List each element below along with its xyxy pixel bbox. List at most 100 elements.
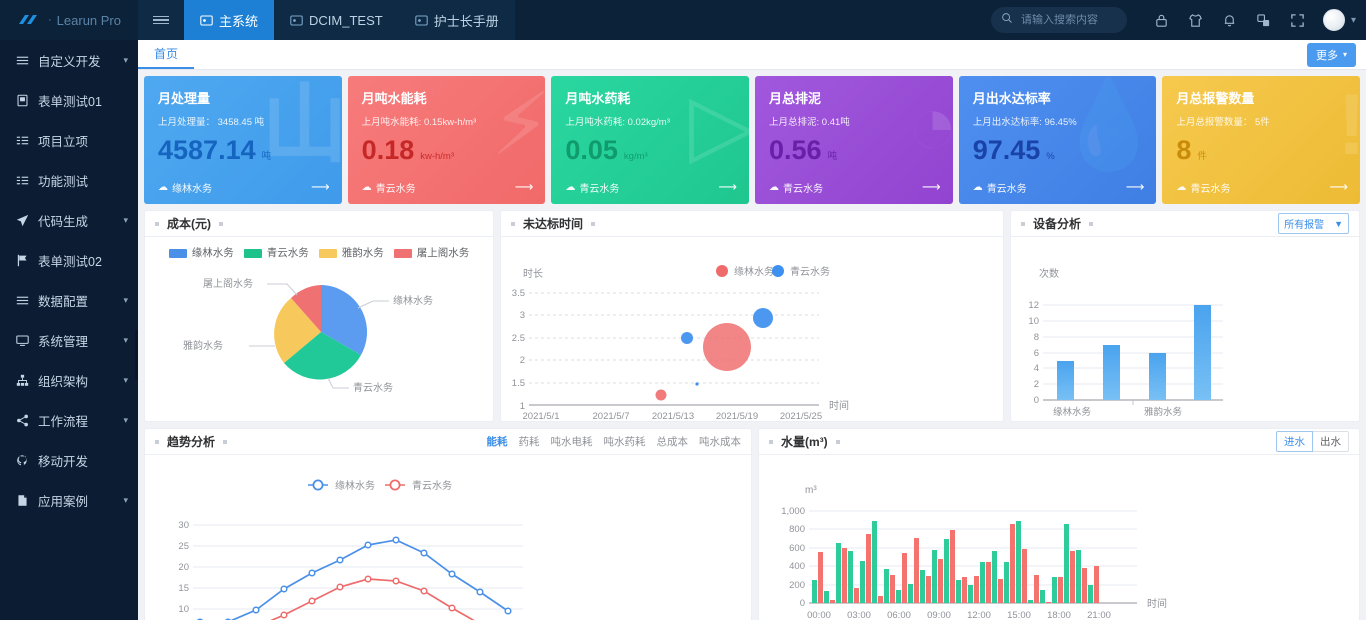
system-tab-dcim[interactable]: DCIM_TEST xyxy=(274,0,399,40)
sidebar-item-11[interactable]: 应用案例 ▾ xyxy=(0,480,138,520)
panel-title: 趋势分析 xyxy=(167,433,215,450)
kpi-card-monthly-volume[interactable]: 山 月处理量 上月处理量： 3458.45 吨 4587.14 吨 ☁ 缘林水务… xyxy=(144,76,342,204)
sidebar-item-label: 自定义开发 xyxy=(38,51,123,70)
sidebar-item-9[interactable]: 工作流程 ▾ xyxy=(0,400,138,440)
sidebar-item-label: 应用案例 xyxy=(38,491,123,510)
sidebar-item-label: 表单测试02 xyxy=(38,251,128,270)
lock-icon[interactable] xyxy=(1149,5,1175,35)
legend-item[interactable]: 雅韵水务 xyxy=(319,245,384,260)
sidebar-item-7[interactable]: 系统管理 ▾ xyxy=(0,320,138,360)
kpi-title: 月总排泥 xyxy=(769,88,939,107)
sidebar-item-label: 项目立项 xyxy=(38,131,128,150)
chevron-down-icon[interactable]: ▾ xyxy=(1351,15,1356,26)
flag-icon xyxy=(14,254,30,267)
trend-tab-4[interactable]: 总成本 xyxy=(657,434,689,449)
cost-pie-chart: 缘林水务 青云水务 雅韵水务 屠上阁水务 xyxy=(145,260,493,415)
legend-item[interactable]: 缘林水务 xyxy=(169,245,234,260)
svg-text:12:00: 12:00 xyxy=(967,610,991,620)
kpi-value: 0.56 xyxy=(769,137,822,164)
trend-tab-3[interactable]: 吨水药耗 xyxy=(604,434,646,449)
legend-label: 雅韵水务 xyxy=(342,247,384,259)
svg-text:800: 800 xyxy=(789,524,805,535)
hamburger-icon[interactable] xyxy=(138,0,184,40)
kpi-card-sludge[interactable]: ◔ 月总排泥 上月总排泥: 0.41吨 0.56 吨 ☁ 青云水务 ⟶ xyxy=(755,76,953,204)
shirt-icon[interactable] xyxy=(1183,5,1209,35)
legend-item[interactable]: 青云水务 xyxy=(244,245,309,260)
trend-tab-1[interactable]: 药耗 xyxy=(519,434,540,449)
decor-square-icon xyxy=(223,440,227,444)
trend-tab-0[interactable]: 能耗 xyxy=(487,434,508,449)
system-tab-nurse[interactable]: 护士长手册 xyxy=(399,0,515,40)
tab-home[interactable]: 首页 xyxy=(138,40,194,69)
bell-icon[interactable] xyxy=(1217,5,1243,35)
chevron-down-icon: ▾ xyxy=(123,55,128,66)
kpi-company: 青云水务 xyxy=(579,180,619,195)
trend-metric-tabs: 能耗 药耗 吨水电耗 吨水药耗 总成本 吨水成本 xyxy=(487,434,742,449)
panel-cost: 成本(元) 缘林水务 青云水务 雅韵水务 屠上阁水务 xyxy=(144,210,494,422)
window-icon xyxy=(290,14,303,27)
kpi-subtitle: 上月出水达标率: 96.45% xyxy=(973,114,1143,128)
device-bar-chart: 次数 12 10 8 6 4 xyxy=(1011,237,1359,421)
sidebar-item-0[interactable]: 自定义开发 ▾ xyxy=(0,40,138,80)
avatar[interactable] xyxy=(1323,9,1345,31)
segment-outflow[interactable]: 出水 xyxy=(1313,431,1349,452)
arrow-right-icon[interactable]: ⟶ xyxy=(515,179,534,195)
chevron-down-icon: ▼ xyxy=(1334,219,1343,229)
system-tab-main[interactable]: 主系统 xyxy=(184,0,274,40)
panel-title: 设备分析 xyxy=(1033,215,1081,232)
company-icon: ☁ xyxy=(1176,182,1186,193)
arrow-right-icon[interactable]: ⟶ xyxy=(718,179,737,195)
system-tab-label: DCIM_TEST xyxy=(309,13,383,28)
alarm-filter-select[interactable]: 所有报警 ▼ xyxy=(1278,213,1349,234)
window-icon xyxy=(200,14,213,27)
arrow-right-icon[interactable]: ⟶ xyxy=(1329,179,1348,195)
chevron-down-icon: ▾ xyxy=(123,375,128,386)
search-input[interactable] xyxy=(1021,14,1117,26)
kpi-unit: 件 xyxy=(1197,148,1207,162)
kpi-value: 8 xyxy=(1176,137,1191,164)
trend-series-blue xyxy=(200,540,508,620)
sidebar-item-1[interactable]: 表单测试01 xyxy=(0,80,138,120)
app-logo[interactable]: · Learun Pro xyxy=(0,0,138,40)
arrow-right-icon[interactable]: ⟶ xyxy=(311,179,330,195)
svg-text:8: 8 xyxy=(1034,332,1039,343)
svg-text:600: 600 xyxy=(789,543,805,554)
company-icon: ☁ xyxy=(565,182,575,193)
sidebar-item-4[interactable]: 代码生成 ▾ xyxy=(0,200,138,240)
trend-tab-5[interactable]: 吨水成本 xyxy=(699,434,741,449)
trend-legend-1: 青云水务 xyxy=(412,479,452,492)
arrow-right-icon[interactable]: ⟶ xyxy=(1126,179,1145,195)
svg-text:2.5: 2.5 xyxy=(512,333,525,344)
segment-inflow[interactable]: 进水 xyxy=(1276,431,1313,452)
charts-row-2: 成本(元) 缘林水务 青云水务 雅韵水务 屠上阁水务 xyxy=(144,210,1360,422)
water-bar-chart: m³ 1,000 800 600 400 200 xyxy=(759,455,1359,620)
more-button[interactable]: 更多 ▾ xyxy=(1307,43,1356,67)
sidebar-item-6[interactable]: 数据配置 ▾ xyxy=(0,280,138,320)
sidebar-item-5[interactable]: 表单测试02 xyxy=(0,240,138,280)
sidebar-item-label: 系统管理 xyxy=(38,331,123,350)
legend-item[interactable]: 屠上阁水务 xyxy=(394,245,470,260)
logo-separator: · xyxy=(48,14,52,26)
kpi-card-chemical[interactable]: ▷ 月吨水药耗 上月吨水药耗: 0.02kg/m³ 0.05 kg/m³ ☁ 青… xyxy=(551,76,749,204)
search-box[interactable] xyxy=(991,7,1127,33)
panel-header: 成本(元) xyxy=(145,211,493,237)
svg-text:12: 12 xyxy=(1028,300,1039,311)
sidebar-item-10[interactable]: 移动开发 xyxy=(0,440,138,480)
bubble-legend-1: 青云水务 xyxy=(790,265,830,278)
fullscreen-icon[interactable] xyxy=(1285,5,1311,35)
trend-tab-2[interactable]: 吨水电耗 xyxy=(551,434,593,449)
more-button-label: 更多 xyxy=(1316,47,1338,63)
kpi-subtitle: 上月总报警数量： 5件 xyxy=(1176,114,1346,128)
sidebar-item-2[interactable]: 项目立项 xyxy=(0,120,138,160)
kpi-card-alarms[interactable]: ! 月总报警数量 上月总报警数量： 5件 8 件 ☁ 青云水务 ⟶ xyxy=(1162,76,1360,204)
chevron-down-icon: ▾ xyxy=(123,295,128,306)
kpi-card-compliance[interactable]: 💧 月出水达标率 上月出水达标率: 96.45% 97.45 % ☁ 青云水务 … xyxy=(959,76,1157,204)
svg-text:15: 15 xyxy=(178,583,189,594)
windows-icon[interactable] xyxy=(1251,5,1277,35)
pie-label-1: 青云水务 xyxy=(353,381,393,394)
sidebar-item-3[interactable]: 功能测试 xyxy=(0,160,138,200)
svg-text:4: 4 xyxy=(1034,363,1039,374)
sidebar-item-8[interactable]: 组织架构 ▾ xyxy=(0,360,138,400)
arrow-right-icon[interactable]: ⟶ xyxy=(922,179,941,195)
kpi-card-energy[interactable]: ⚡ 月吨水能耗 上月吨水能耗: 0.15kw-h/m³ 0.18 kw-h/m³… xyxy=(348,76,546,204)
